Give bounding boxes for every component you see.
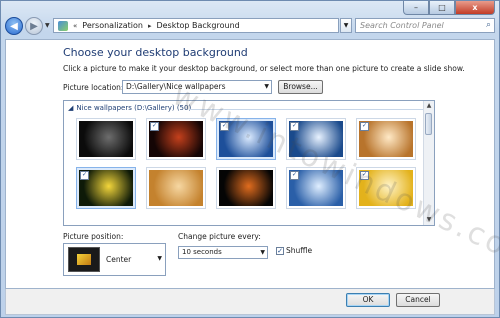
wallpaper-image <box>79 121 133 157</box>
thumbnail-checkbox-icon[interactable]: ✓ <box>290 122 299 131</box>
wallpaper-image <box>149 170 203 206</box>
thumbnail-checkbox-icon[interactable]: ✓ <box>290 171 299 180</box>
breadcrumb-desktop-background[interactable]: Desktop Background <box>156 21 239 30</box>
chevron-down-icon: ▼ <box>260 249 265 256</box>
picture-position-select[interactable]: Center ▼ <box>63 243 166 276</box>
address-chevron-icon[interactable]: « <box>73 22 77 30</box>
gallery-group-title: Nice wallpapers (D:\Gallery) (50) <box>76 104 192 112</box>
scroll-down-icon[interactable]: ▼ <box>424 215 434 225</box>
group-divider <box>189 109 424 110</box>
page-instructions: Click a picture to make it your desktop … <box>63 64 465 73</box>
thumbnail-checkbox-icon[interactable]: ✓ <box>80 171 89 180</box>
change-interval-value: 10 seconds <box>182 248 222 256</box>
shuffle-label: Shuffle <box>286 246 313 255</box>
thumbnail-checkbox-icon[interactable]: ✓ <box>150 122 159 131</box>
scroll-up-icon[interactable]: ▲ <box>424 101 434 111</box>
position-preview-thumbnail <box>68 247 100 272</box>
control-panel-icon <box>58 20 68 31</box>
collapse-triangle-icon[interactable]: ◢ <box>68 104 73 112</box>
wallpaper-thumbnail[interactable]: ✓ <box>286 167 346 209</box>
picture-location-value: D:\Gallery\Nice wallpapers <box>126 82 226 91</box>
wallpaper-thumbnail[interactable] <box>76 118 136 160</box>
picture-location-select[interactable]: D:\Gallery\Nice wallpapers ▼ <box>122 80 272 94</box>
change-interval-select[interactable]: 10 seconds ▼ <box>178 246 268 259</box>
forward-button[interactable]: ▶ <box>25 17 43 35</box>
recent-pages-dropdown-icon[interactable]: ▼ <box>45 22 50 29</box>
navigation-bar: ◀ ▶ ▼ « Personalization ▸ Desktop Backgr… <box>5 16 495 38</box>
address-bar[interactable]: « Personalization ▸ Desktop Background <box>53 18 339 33</box>
caption-buttons: – □ x <box>403 1 495 15</box>
wallpaper-thumbnail[interactable]: ✓ <box>286 118 346 160</box>
scrollbar-thumb[interactable] <box>425 113 432 135</box>
gallery-group-header[interactable]: ◢ Nice wallpapers (D:\Gallery) (50) <box>68 104 191 112</box>
forward-arrow-icon: ▶ <box>30 20 38 32</box>
wallpaper-thumbnail[interactable]: ✓ <box>146 118 206 160</box>
thumbnail-checkbox-icon[interactable]: ✓ <box>220 122 229 131</box>
wallpaper-gallery[interactable]: ◢ Nice wallpapers (D:\Gallery) (50) ✓ ✓ ✓ ✓… <box>63 100 435 226</box>
wallpaper-thumbnail[interactable] <box>146 167 206 209</box>
close-button[interactable]: x <box>455 1 495 15</box>
gallery-scrollbar[interactable]: ▲ ▼ <box>423 101 434 225</box>
change-interval-label: Change picture every: <box>178 232 261 241</box>
breadcrumb-separator-icon[interactable]: ▸ <box>148 22 152 30</box>
browse-button[interactable]: Browse... <box>278 80 323 94</box>
maximize-button[interactable]: □ <box>429 1 455 15</box>
search-icon[interactable]: ⌕ <box>486 20 491 30</box>
wallpaper-thumbnail[interactable] <box>216 167 276 209</box>
shuffle-checkbox[interactable]: ✓ Shuffle <box>276 246 312 255</box>
main-content: Choose your desktop background Click a p… <box>5 39 500 289</box>
window-frame: – □ x ◀ ▶ ▼ « Personalization ▸ Desktop … <box>0 0 500 318</box>
wallpaper-thumbnail[interactable]: ✓ <box>76 167 136 209</box>
search-placeholder: Search Control Panel <box>360 21 444 30</box>
page-title: Choose your desktop background <box>63 46 248 59</box>
chevron-down-icon: ▼ <box>157 255 162 262</box>
cancel-button[interactable]: Cancel <box>396 293 440 307</box>
back-arrow-icon: ◀ <box>10 20 18 32</box>
thumbnail-checkbox-icon[interactable]: ✓ <box>360 122 369 131</box>
minimize-button[interactable]: – <box>403 1 429 15</box>
ok-button[interactable]: OK <box>346 293 390 307</box>
wallpaper-image <box>219 170 273 206</box>
back-button[interactable]: ◀ <box>5 17 23 35</box>
breadcrumb-personalization[interactable]: Personalization <box>82 21 143 30</box>
chevron-down-icon: ▼ <box>264 83 269 90</box>
picture-position-value: Center <box>106 255 132 264</box>
picture-location-label: Picture location: <box>63 83 124 92</box>
dialog-footer: OK Cancel <box>5 289 495 315</box>
picture-position-label: Picture position: <box>63 232 124 241</box>
checkbox-check-icon[interactable]: ✓ <box>276 246 284 255</box>
wallpaper-thumbnail[interactable]: ✓ <box>356 167 416 209</box>
address-dropdown-button[interactable]: ▼ <box>340 18 352 33</box>
search-input[interactable]: Search Control Panel ⌕ <box>355 18 495 33</box>
wallpaper-thumbnail[interactable]: ✓ <box>356 118 416 160</box>
wallpaper-thumbnail[interactable]: ✓ <box>216 118 276 160</box>
thumbnail-checkbox-icon[interactable]: ✓ <box>360 171 369 180</box>
